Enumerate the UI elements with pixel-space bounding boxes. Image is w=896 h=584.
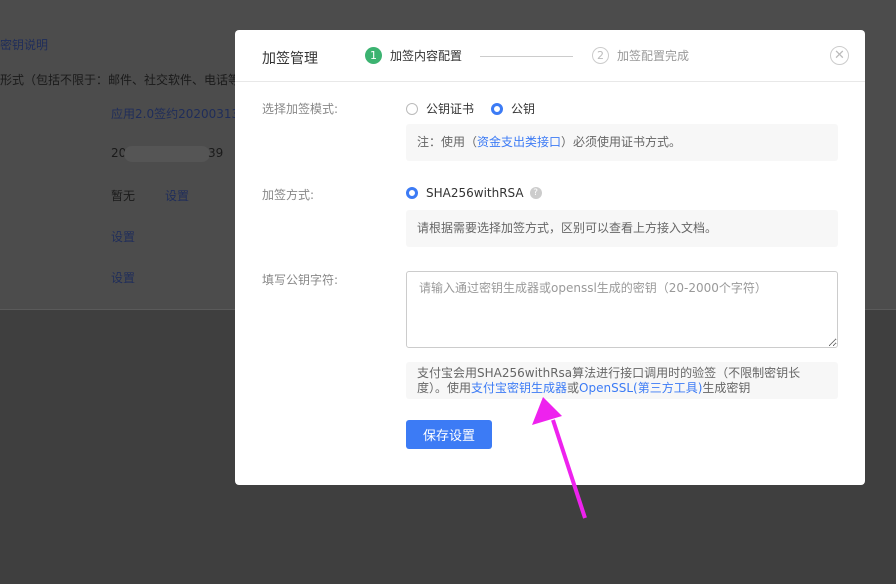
arrow-shaft (551, 419, 587, 519)
arrow-head (532, 397, 562, 425)
annotation-arrow (532, 397, 587, 519)
